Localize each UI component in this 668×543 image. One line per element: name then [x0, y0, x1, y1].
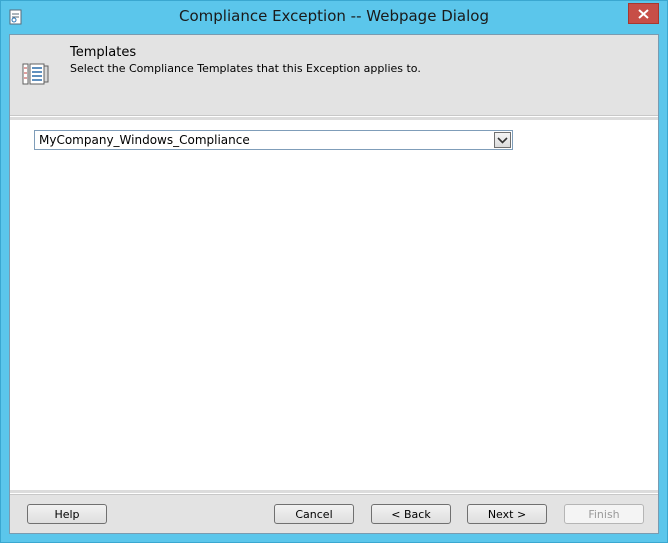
wizard-footer: Help Cancel < Back Next > Finish — [10, 494, 658, 533]
close-button[interactable] — [628, 3, 659, 24]
close-icon — [638, 8, 649, 19]
cancel-button[interactable]: Cancel — [274, 504, 354, 524]
next-button[interactable]: Next > — [467, 504, 547, 524]
help-button[interactable]: Help — [27, 504, 107, 524]
header-divider — [10, 117, 658, 120]
template-list-icon — [22, 61, 50, 87]
window-title: Compliance Exception -- Webpage Dialog — [179, 7, 489, 25]
selected-template-value: MyCompany_Windows_Compliance — [39, 133, 250, 147]
compliance-template-select[interactable]: MyCompany_Windows_Compliance — [34, 130, 513, 150]
finish-button[interactable]: Finish — [564, 504, 644, 524]
page-subtitle: Select the Compliance Templates that thi… — [70, 62, 421, 75]
wizard-header: Templates Select the Compliance Template… — [10, 35, 658, 116]
footer-divider — [10, 490, 658, 493]
dropdown-button[interactable] — [494, 132, 511, 148]
chevron-down-icon — [497, 136, 508, 144]
back-button[interactable]: < Back — [371, 504, 451, 524]
page-title: Templates — [70, 45, 137, 60]
title-bar[interactable]: Compliance Exception -- Webpage Dialog — [1, 1, 667, 34]
dialog-content: Templates Select the Compliance Template… — [9, 34, 659, 534]
dialog-window: Compliance Exception -- Webpage Dialog T… — [0, 0, 668, 543]
